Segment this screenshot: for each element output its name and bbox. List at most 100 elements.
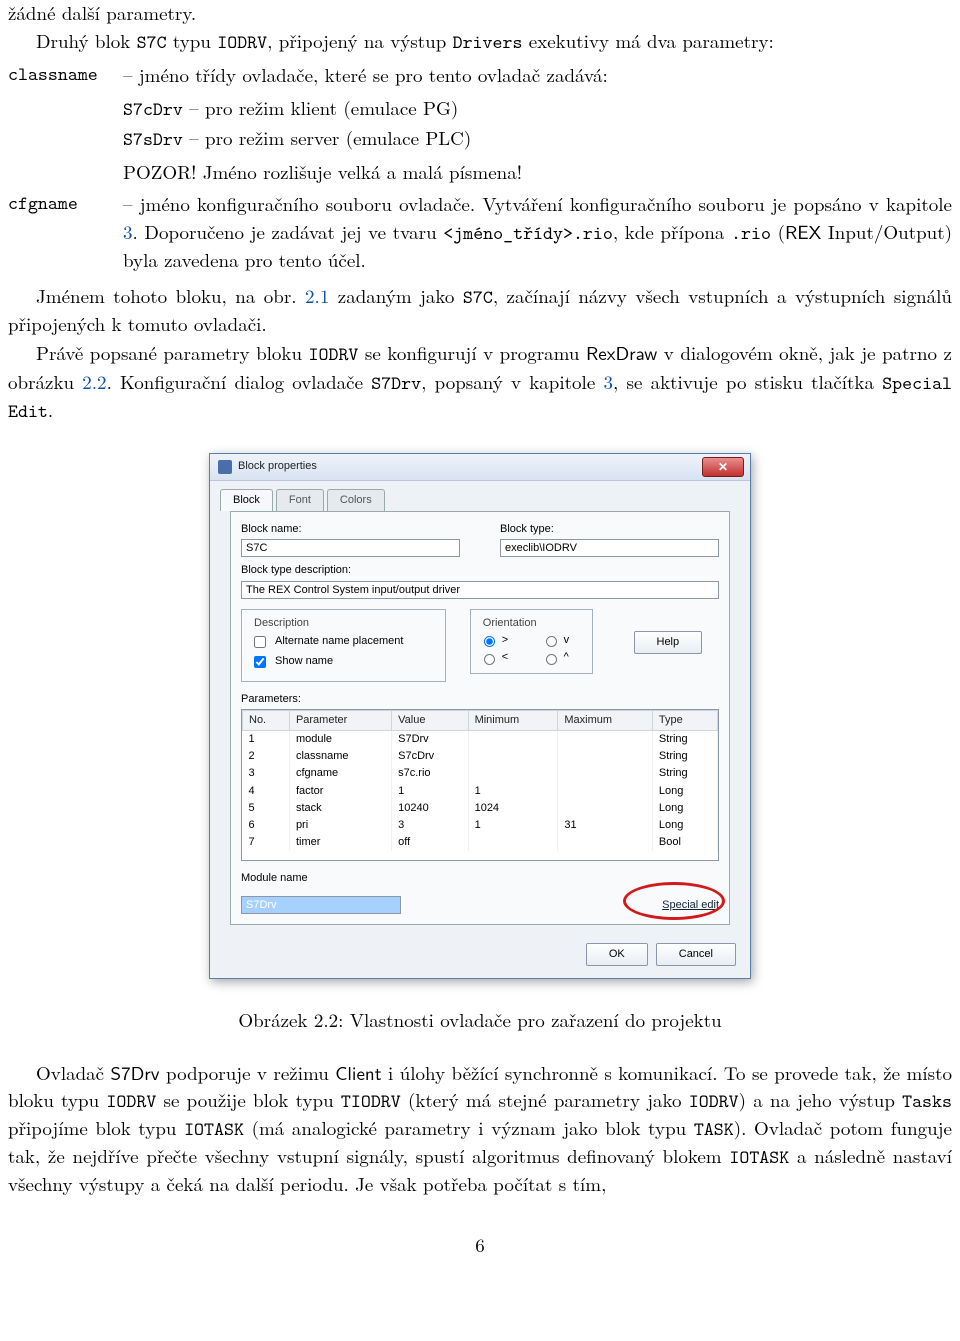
figure-screenshot: Block properties ✕ Block Font Colors (8, 453, 952, 979)
para-3: Jménem tohoto bloku, na obr. 2.1 zadaným… (8, 283, 952, 337)
input-module-name[interactable] (241, 896, 401, 914)
tab-block[interactable]: Block (220, 489, 273, 511)
dl-term: classname (8, 62, 123, 187)
ref-link[interactable]: 2.2 (82, 368, 106, 395)
close-icon: ✕ (718, 459, 728, 476)
radio-input[interactable] (546, 654, 557, 665)
tab-row: Block Font Colors (220, 489, 740, 511)
text: Ovladač (36, 1059, 111, 1086)
code-token: S7cDrv (123, 97, 183, 122)
table-cell: S7Drv (392, 731, 468, 749)
code-token: IOTASK (184, 1117, 244, 1142)
sans-token: Client (335, 1058, 381, 1086)
table-row[interactable]: 6pri3131Long (243, 817, 718, 834)
close-button[interactable]: ✕ (702, 457, 744, 477)
text: , připojený na výstup (267, 27, 452, 54)
checkbox-input[interactable] (254, 656, 266, 668)
app-icon (218, 460, 232, 474)
code-token: IODRV (309, 342, 359, 367)
input-block-name[interactable] (241, 539, 460, 557)
th-type: Type (652, 710, 717, 730)
dl-term: cfgname (8, 191, 123, 273)
radio-label: < (502, 650, 508, 665)
ref-link[interactable]: 2.1 (305, 282, 329, 309)
dialog-body: Block name: Block type: Block type descr… (230, 511, 730, 925)
radio-left[interactable]: < (479, 650, 523, 665)
titlebar: Block properties ✕ (210, 454, 750, 481)
table-cell (558, 783, 653, 800)
text: – jméno třídy ovladače, které se pro ten… (123, 61, 608, 88)
table-row[interactable]: 4factor11Long (243, 783, 718, 800)
radio-down[interactable]: v (541, 633, 584, 648)
label-block-name: Block name: (241, 522, 460, 537)
table-cell (558, 731, 653, 749)
code-token: TASK (694, 1117, 734, 1142)
text: – pro režim klient (emulace PG) (183, 94, 458, 121)
table-row[interactable]: 5stack102401024Long (243, 800, 718, 817)
table-cell (468, 834, 558, 851)
radio-up[interactable]: ^ (541, 650, 584, 665)
th-no: No. (243, 710, 290, 730)
cancel-button[interactable]: Cancel (656, 943, 736, 966)
radio-label: ^ (564, 650, 569, 665)
text: Jménem tohoto bloku, na obr. (36, 282, 305, 309)
th-param: Parameter (289, 710, 391, 730)
table-row[interactable]: 7timeroffBool (243, 834, 718, 851)
checkbox-label: Alternate name placement (275, 634, 403, 649)
table-row[interactable]: 1moduleS7DrvString (243, 731, 718, 749)
table-cell: timer (289, 834, 391, 851)
code-token: S7Drv (371, 371, 421, 396)
special-edit-link[interactable]: Special edit (662, 898, 719, 913)
text: připojíme blok typu (8, 1114, 184, 1141)
table-cell (468, 731, 558, 749)
help-button[interactable]: Help (634, 631, 703, 654)
tab-colors[interactable]: Colors (327, 489, 385, 511)
code-token: Drivers (453, 30, 523, 55)
text: ( (771, 218, 785, 245)
code-token: S7C (463, 285, 493, 310)
table-cell: 1 (468, 817, 558, 834)
text: zadaným jako (329, 282, 463, 309)
radio-right[interactable]: > (479, 633, 523, 648)
label-block-type-desc: Block type description: (241, 563, 719, 578)
input-block-type[interactable] (500, 539, 719, 557)
para-2: Druhý blok S7C typu IODRV, připojený na … (8, 28, 952, 56)
fieldset-description: Description Alternate name placement Sho… (241, 609, 446, 682)
dl-body: – jméno konfiguračního souboru ovladače.… (123, 191, 952, 273)
code-token: S7C (137, 30, 167, 55)
input-block-type-desc[interactable] (241, 581, 719, 599)
ok-button[interactable]: OK (586, 943, 648, 966)
table-cell: Long (652, 783, 717, 800)
document-page: žádné další parametry. Druhý blok S7C ty… (0, 0, 960, 1298)
table-row[interactable]: 3cfgnames7c.rioString (243, 765, 718, 782)
table-cell: S7cDrv (392, 748, 468, 765)
dl-item-classname: classname – jméno třídy ovladače, které … (8, 62, 952, 187)
table-header-row: No. Parameter Value Minimum Maximum Type (243, 710, 718, 730)
table-cell: String (652, 731, 717, 749)
radio-input[interactable] (484, 636, 495, 647)
checkbox-input[interactable] (254, 636, 266, 648)
checkbox-show-name[interactable]: Show name (250, 653, 437, 671)
ref-link[interactable]: 3 (603, 368, 613, 395)
tab-font[interactable]: Font (276, 489, 324, 511)
th-min: Minimum (468, 710, 558, 730)
code-token: Tasks (902, 1089, 952, 1114)
parameters-table[interactable]: No. Parameter Value Minimum Maximum Type… (241, 709, 719, 861)
table-cell (558, 834, 653, 851)
radio-input[interactable] (484, 654, 495, 665)
table-cell: stack (289, 800, 391, 817)
ref-link[interactable]: 3 (123, 218, 133, 245)
radio-label: v (564, 633, 570, 648)
table-row[interactable]: 2classnameS7cDrvString (243, 748, 718, 765)
checkbox-alt-name[interactable]: Alternate name placement (250, 633, 437, 651)
radio-input[interactable] (546, 636, 557, 647)
table-cell (558, 800, 653, 817)
definition-list: classname – jméno třídy ovladače, které … (8, 62, 952, 273)
text: exekutivy má dva parametry: (522, 27, 773, 54)
label-parameters: Parameters: (241, 692, 719, 707)
table-cell: 1024 (468, 800, 558, 817)
dl-body: – jméno třídy ovladače, které se pro ten… (123, 62, 952, 187)
th-max: Maximum (558, 710, 653, 730)
window-title: Block properties (238, 459, 702, 474)
page-number: 6 (8, 1232, 952, 1258)
